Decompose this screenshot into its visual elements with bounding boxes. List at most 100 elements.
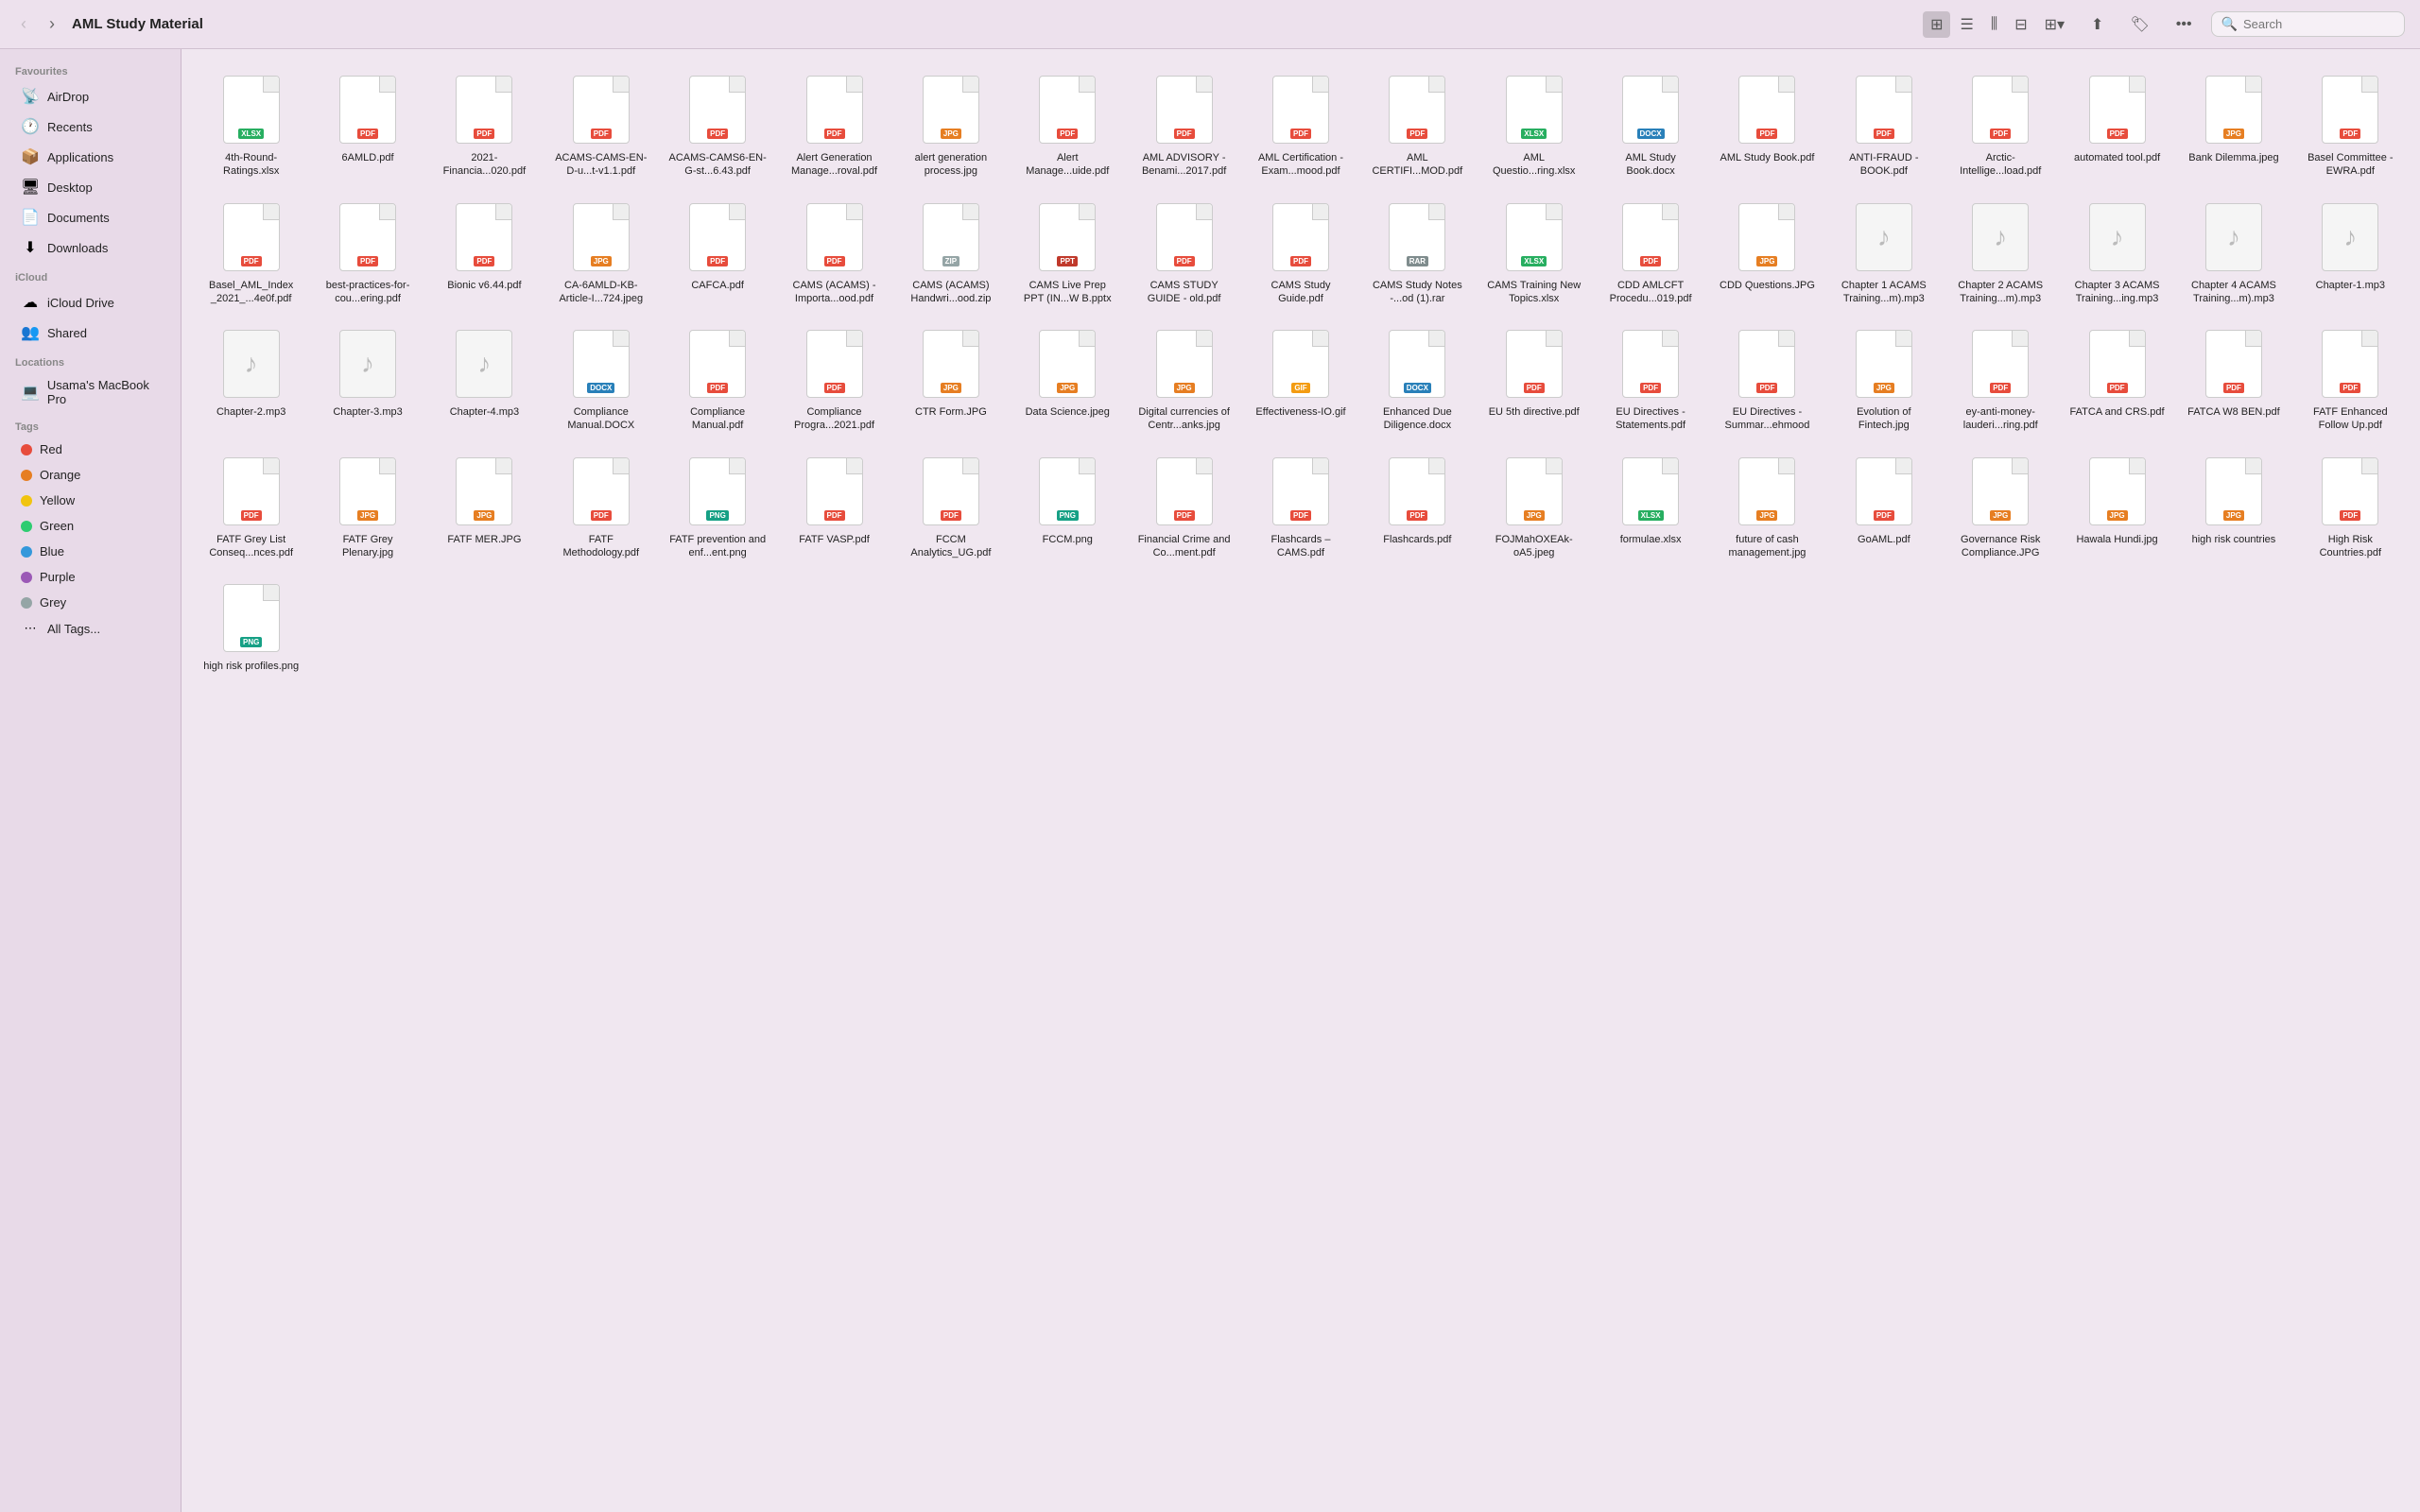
file-item[interactable]: JPG Data Science.jpeg xyxy=(1013,318,1122,438)
file-item[interactable]: ♪ Chapter 4 ACAMS Training...m).mp3 xyxy=(2179,192,2288,312)
sidebar-item-airdrop[interactable]: 📡 AirDrop xyxy=(6,82,175,111)
sidebar-item-shared[interactable]: 👥 Shared xyxy=(6,318,175,347)
sidebar-item-applications[interactable]: 📦 Applications xyxy=(6,143,175,171)
group-button[interactable]: ⊞▾ xyxy=(2037,11,2072,38)
sidebar-item-red[interactable]: Red xyxy=(6,438,175,461)
file-item[interactable]: PDF CDD AMLCFT Procedu...019.pdf xyxy=(1596,192,1704,312)
file-item[interactable]: XLSX CAMS Training New Topics.xlsx xyxy=(1479,192,1588,312)
file-item[interactable]: ZIP CAMS (ACAMS) Handwri...ood.zip xyxy=(896,192,1005,312)
sidebar-item-desktop[interactable]: 🖥 Desktop xyxy=(6,173,175,201)
file-item[interactable]: PNG FCCM.png xyxy=(1013,446,1122,566)
file-item[interactable]: PDF Basel_AML_Index _2021_...4e0f.pdf xyxy=(197,192,305,312)
file-item[interactable]: PDF High Risk Countries.pdf xyxy=(2296,446,2405,566)
file-item[interactable]: PDF 6AMLD.pdf xyxy=(313,64,422,184)
more-button[interactable]: ••• xyxy=(2169,12,2200,37)
file-item[interactable]: JPG Bank Dilemma.jpeg xyxy=(2179,64,2288,184)
file-item[interactable]: PDF AML CERTIFI...MOD.pdf xyxy=(1363,64,1472,184)
file-item[interactable]: PDF Alert Manage...uide.pdf xyxy=(1013,64,1122,184)
file-item[interactable]: PPT CAMS Live Prep PPT (IN...W B.pptx xyxy=(1013,192,1122,312)
file-item[interactable]: JPG high risk countries xyxy=(2179,446,2288,566)
file-item[interactable]: PDF Alert Generation Manage...roval.pdf xyxy=(780,64,889,184)
file-item[interactable]: PDF FATF Grey List Conseq...nces.pdf xyxy=(197,446,305,566)
file-item[interactable]: JPG FATF Grey Plenary.jpg xyxy=(313,446,422,566)
file-item[interactable]: DOCX Enhanced Due Diligence.docx xyxy=(1363,318,1472,438)
tag-button[interactable]: 🏷 xyxy=(2122,11,2156,38)
file-item[interactable]: JPG FOJMahOXEAk-oA5.jpeg xyxy=(1479,446,1588,566)
file-item[interactable]: JPG CA-6AMLD-KB-Article-I...724.jpeg xyxy=(546,192,655,312)
sidebar-item-green[interactable]: Green xyxy=(6,514,175,538)
file-item[interactable]: PDF best-practices-for-cou...ering.pdf xyxy=(313,192,422,312)
file-item[interactable]: PDF EU Directives - Statements.pdf xyxy=(1596,318,1704,438)
file-item[interactable]: ♪ Chapter-3.mp3 xyxy=(313,318,422,438)
file-item[interactable]: PDF FATCA and CRS.pdf xyxy=(2063,318,2171,438)
file-item[interactable]: PDF EU 5th directive.pdf xyxy=(1479,318,1588,438)
file-item[interactable]: PDF Flashcards – CAMS.pdf xyxy=(1246,446,1355,566)
file-item[interactable]: PNG FATF prevention and enf...ent.png xyxy=(663,446,771,566)
file-item[interactable]: PDF CAMS Study Guide.pdf xyxy=(1246,192,1355,312)
file-item[interactable]: PDF AML Certification - Exam...mood.pdf xyxy=(1246,64,1355,184)
file-item[interactable]: PDF CAMS STUDY GUIDE - old.pdf xyxy=(1130,192,1238,312)
file-item[interactable]: PDF ACAMS-CAMS6-EN-G-st...6.43.pdf xyxy=(663,64,771,184)
file-item[interactable]: JPG Digital currencies of Centr...anks.j… xyxy=(1130,318,1238,438)
icon-view-button[interactable]: ⊞ xyxy=(1923,11,1950,38)
file-item[interactable]: PDF Compliance Manual.pdf xyxy=(663,318,771,438)
sidebar-item-documents[interactable]: 📄 Documents xyxy=(6,203,175,232)
file-item[interactable]: DOCX Compliance Manual.DOCX xyxy=(546,318,655,438)
sidebar-item-blue[interactable]: Blue xyxy=(6,540,175,563)
file-item[interactable]: XLSX formulae.xlsx xyxy=(1596,446,1704,566)
sidebar-item-yellow[interactable]: Yellow xyxy=(6,489,175,512)
file-item[interactable]: PDF FATF Methodology.pdf xyxy=(546,446,655,566)
file-item[interactable]: JPG CTR Form.JPG xyxy=(896,318,1005,438)
file-item[interactable]: XLSX AML Questio...ring.xlsx xyxy=(1479,64,1588,184)
file-item[interactable]: ♪ Chapter-4.mp3 xyxy=(430,318,539,438)
file-item[interactable]: PDF Arctic-Intellige...load.pdf xyxy=(1946,64,2055,184)
back-button[interactable]: ‹ xyxy=(15,10,32,38)
file-item[interactable]: PDF GoAML.pdf xyxy=(1829,446,1938,566)
file-item[interactable]: PDF CAFCA.pdf xyxy=(663,192,771,312)
file-item[interactable]: PDF Flashcards.pdf xyxy=(1363,446,1472,566)
share-button[interactable]: ⬆ xyxy=(2083,11,2111,38)
file-item[interactable]: PDF AML ADVISORY - Benami...2017.pdf xyxy=(1130,64,1238,184)
file-item[interactable]: PDF CAMS (ACAMS) - Importa...ood.pdf xyxy=(780,192,889,312)
file-item[interactable]: PDF automated tool.pdf xyxy=(2063,64,2171,184)
sidebar-item-orange[interactable]: Orange xyxy=(6,463,175,487)
file-item[interactable]: PDF ACAMS-CAMS-EN-D-u...t-v1.1.pdf xyxy=(546,64,655,184)
file-item[interactable]: PDF Financial Crime and Co...ment.pdf xyxy=(1130,446,1238,566)
file-item[interactable]: ♪ Chapter-2.mp3 xyxy=(197,318,305,438)
file-item[interactable]: JPG CDD Questions.JPG xyxy=(1713,192,1822,312)
file-item[interactable]: PDF ANTI-FRAUD - BOOK.pdf xyxy=(1829,64,1938,184)
file-item[interactable]: PDF 2021-Financia...020.pdf xyxy=(430,64,539,184)
sidebar-item-purple[interactable]: Purple xyxy=(6,565,175,589)
column-view-button[interactable]: ⫼ xyxy=(1983,12,2005,37)
file-item[interactable]: JPG Hawala Hundi.jpg xyxy=(2063,446,2171,566)
sidebar-item-all-tags[interactable]: ⋯ All Tags... xyxy=(6,616,175,641)
file-item[interactable]: JPG FATF MER.JPG xyxy=(430,446,539,566)
sidebar-item-recents[interactable]: 🕐 Recents xyxy=(6,112,175,141)
gallery-view-button[interactable]: ⊟ xyxy=(2007,11,2034,38)
sidebar-item-downloads[interactable]: ⬇ Downloads xyxy=(6,233,175,262)
file-item[interactable]: PDF Compliance Progra...2021.pdf xyxy=(780,318,889,438)
file-item[interactable]: JPG Evolution of Fintech.jpg xyxy=(1829,318,1938,438)
list-view-button[interactable]: ☰ xyxy=(1952,11,1980,38)
file-item[interactable]: PDF FATF Enhanced Follow Up.pdf xyxy=(2296,318,2405,438)
file-item[interactable]: PDF AML Study Book.pdf xyxy=(1713,64,1822,184)
file-item[interactable]: RAR CAMS Study Notes -...od (1).rar xyxy=(1363,192,1472,312)
file-item[interactable]: ♪ Chapter 2 ACAMS Training...m).mp3 xyxy=(1946,192,2055,312)
file-item[interactable]: DOCX AML Study Book.docx xyxy=(1596,64,1704,184)
sidebar-item-icloud-drive[interactable]: ☁ iCloud Drive xyxy=(6,288,175,317)
file-item[interactable]: PDF FATCA W8 BEN.pdf xyxy=(2179,318,2288,438)
file-item[interactable]: PNG high risk profiles.png xyxy=(197,573,305,679)
file-item[interactable]: GIF Effectiveness-IO.gif xyxy=(1246,318,1355,438)
search-input[interactable] xyxy=(2243,17,2394,31)
file-item[interactable]: JPG future of cash management.jpg xyxy=(1713,446,1822,566)
file-item[interactable]: PDF FCCM Analytics_UG.pdf xyxy=(896,446,1005,566)
sidebar-item-macbook[interactable]: 💻 Usama's MacBook Pro xyxy=(6,373,175,411)
file-item[interactable]: JPG alert generation process.jpg xyxy=(896,64,1005,184)
file-item[interactable]: PDF ey-anti-money-lauderi...ring.pdf xyxy=(1946,318,2055,438)
search-bar[interactable]: 🔍 xyxy=(2211,11,2405,37)
file-item[interactable]: ♪ Chapter 3 ACAMS Training...ing.mp3 xyxy=(2063,192,2171,312)
file-item[interactable]: PDF Basel Committee - EWRA.pdf xyxy=(2296,64,2405,184)
file-item[interactable]: PDF FATF VASP.pdf xyxy=(780,446,889,566)
file-item[interactable]: PDF Bionic v6.44.pdf xyxy=(430,192,539,312)
file-item[interactable]: ♪ Chapter 1 ACAMS Training...m).mp3 xyxy=(1829,192,1938,312)
